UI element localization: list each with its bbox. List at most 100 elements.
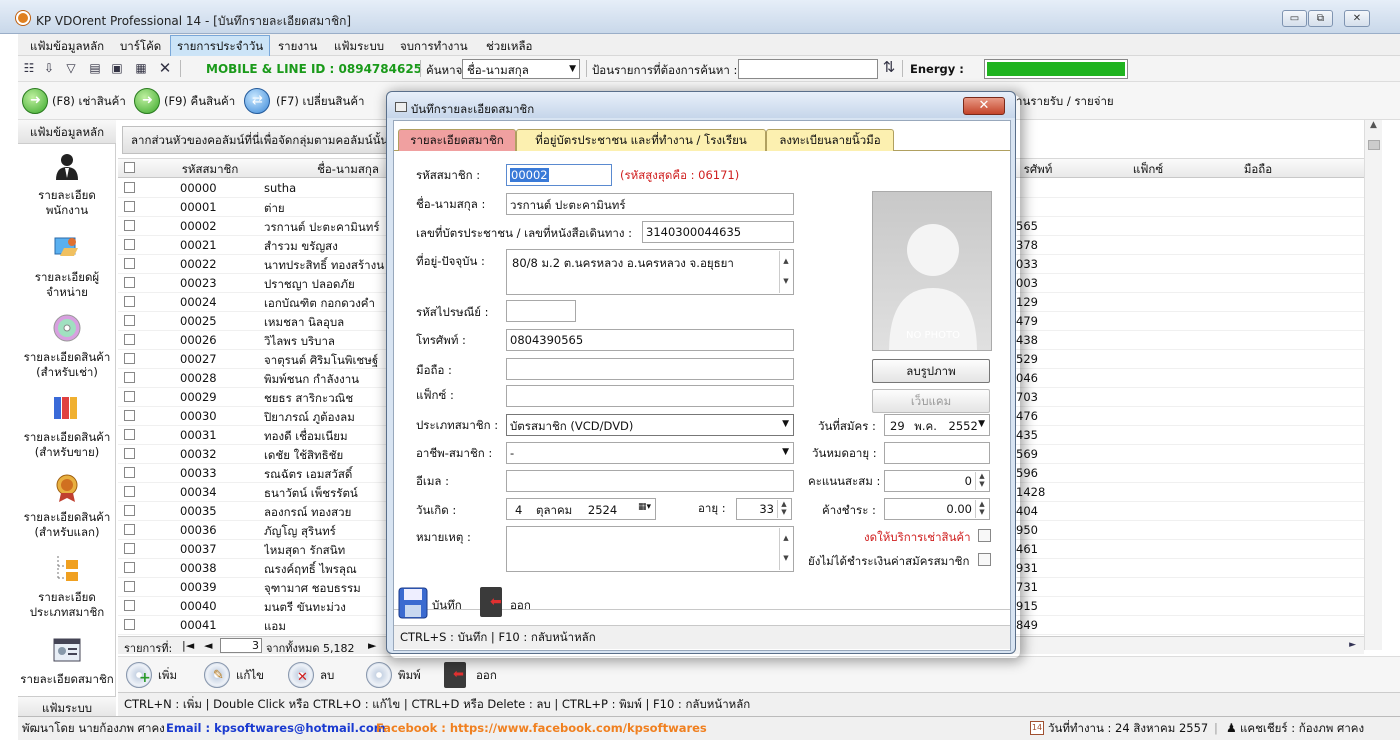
dialog-titlebar[interactable]: บันทึกรายละเอียดสมาชิก bbox=[387, 92, 1015, 118]
row-checkbox[interactable] bbox=[124, 429, 135, 440]
apply-date-picker[interactable]: 29 พ.ค. 2552 ▼ bbox=[884, 414, 990, 436]
vertical-scrollbar[interactable]: ▲ bbox=[1364, 120, 1382, 650]
scroll-right-icon[interactable]: ► bbox=[1349, 640, 1356, 650]
tab-member-detail[interactable]: รายละเอียดสมาชิก bbox=[398, 129, 516, 151]
income-expense-button[interactable]: านรายรับ / รายจ่าย bbox=[1016, 88, 1146, 114]
address-scroll[interactable]: ▲ ▼ bbox=[779, 251, 792, 293]
print-preview-icon[interactable]: ▣ bbox=[110, 61, 124, 75]
minimize-button[interactable]: ▭ bbox=[1282, 10, 1307, 27]
owed-spinner[interactable]: ▲ ▼ bbox=[975, 500, 988, 518]
grid-icon[interactable]: ☷ bbox=[22, 61, 36, 75]
delete-button[interactable]: ✕ ลบ bbox=[288, 661, 340, 689]
row-checkbox[interactable] bbox=[124, 334, 135, 345]
calendar-dropdown-icon[interactable]: ▦▾ bbox=[638, 502, 651, 512]
row-checkbox[interactable] bbox=[124, 372, 135, 383]
webcam-button[interactable]: เว็บแคม bbox=[872, 389, 990, 413]
row-checkbox[interactable] bbox=[124, 581, 135, 592]
row-checkbox[interactable] bbox=[124, 239, 135, 250]
member-type-select[interactable]: บัตรสมาชิก (VCD/DVD) ▼ bbox=[506, 414, 794, 436]
menu-master-data[interactable]: แฟ้มข้อมูลหลัก bbox=[24, 37, 110, 57]
chevron-down-icon[interactable]: ▼ bbox=[978, 419, 985, 429]
row-checkbox[interactable] bbox=[124, 448, 135, 459]
rent-button[interactable]: ➜ (F8) เช่าสินค้า bbox=[22, 88, 132, 114]
sidebar-item-sale-products[interactable]: รายละเอียดสินค้า (สำหรับขาย) bbox=[18, 394, 116, 460]
name-input[interactable]: วรกานต์ ปะตะคามินทร์ bbox=[506, 193, 794, 215]
sidebar-item-member[interactable]: รายละเอียดสมาชิก bbox=[18, 636, 116, 687]
filter-icon[interactable]: ▽ bbox=[64, 61, 78, 75]
swap-icon[interactable]: ⇅ bbox=[882, 60, 896, 75]
menu-help[interactable]: ช่วยเหลือ bbox=[480, 37, 538, 57]
delete-photo-button[interactable]: ลบรูปภาพ bbox=[872, 359, 990, 383]
sidebar-item-member-type[interactable]: รายละเอียด ประเภทสมาชิก bbox=[18, 554, 116, 620]
birth-date-picker[interactable]: 4 ตุลาคม 2524 ▦▾ bbox=[506, 498, 656, 520]
row-checkbox[interactable] bbox=[124, 505, 135, 516]
menu-report[interactable]: รายงาน bbox=[272, 37, 323, 57]
close-window-button[interactable]: ✕ bbox=[1344, 10, 1370, 27]
row-checkbox[interactable] bbox=[124, 315, 135, 326]
career-select[interactable]: - ▼ bbox=[506, 442, 794, 464]
age-spinner[interactable]: ▲ ▼ bbox=[777, 500, 790, 518]
row-checkbox[interactable] bbox=[124, 543, 135, 554]
add-button[interactable]: + เพิ่ม bbox=[126, 661, 190, 689]
return-button[interactable]: ➜ (F9) คืนสินค้า bbox=[134, 88, 244, 114]
postcode-input[interactable] bbox=[506, 300, 576, 322]
sidebar-item-rent-products[interactable]: รายละเอียดสินค้า (สำหรับเช่า) bbox=[18, 314, 116, 380]
row-checkbox[interactable] bbox=[124, 296, 135, 307]
note-scroll[interactable]: ▲ ▼ bbox=[779, 528, 792, 570]
menu-exit[interactable]: จบการทำงาน bbox=[394, 37, 474, 57]
dialog-close-button[interactable]: ✕ bbox=[963, 97, 1005, 115]
exit-button[interactable]: ⬅ ออก bbox=[444, 661, 504, 689]
sidebar-item-supplier[interactable]: รายละเอียดผู้ จำหน่าย bbox=[18, 234, 116, 300]
idcard-input[interactable]: 3140300044635 bbox=[642, 221, 794, 243]
first-record-button[interactable]: |◄ bbox=[182, 639, 194, 652]
age-input[interactable]: 33 ▲ ▼ bbox=[736, 498, 792, 520]
email-input[interactable] bbox=[506, 470, 794, 492]
stop-rent-checkbox[interactable] bbox=[978, 529, 991, 542]
scroll-up-icon[interactable]: ▲ bbox=[1365, 120, 1382, 130]
document-icon[interactable]: ▤ bbox=[88, 61, 102, 75]
address-input[interactable]: 80/8 ม.2 ต.นครหลวง อ.นครหลวง จ.อยุธยา ▲ ▼ bbox=[506, 249, 794, 295]
note-input[interactable]: ▲ ▼ bbox=[506, 526, 794, 572]
select-all-checkbox[interactable] bbox=[124, 162, 135, 173]
unpaid-checkbox[interactable] bbox=[978, 553, 991, 566]
restore-button[interactable]: ⧉ bbox=[1308, 10, 1333, 27]
points-spinner[interactable]: ▲ ▼ bbox=[975, 472, 988, 490]
column-header-name[interactable]: ชื่อ-นามสกุล bbox=[298, 161, 398, 179]
keyword-input[interactable] bbox=[738, 59, 878, 79]
row-checkbox[interactable] bbox=[124, 277, 135, 288]
row-checkbox[interactable] bbox=[124, 201, 135, 212]
dialog-exit-button[interactable]: ⬅ ออก bbox=[480, 587, 550, 621]
points-input[interactable]: 0 ▲ ▼ bbox=[884, 470, 990, 492]
code-input[interactable]: 00002 bbox=[506, 164, 612, 186]
fax-input[interactable] bbox=[506, 385, 794, 407]
row-checkbox[interactable] bbox=[124, 410, 135, 421]
export-icon[interactable]: ▦ bbox=[134, 61, 148, 75]
column-header-mobile[interactable]: มือถือ bbox=[1218, 161, 1298, 179]
tab-fingerprint[interactable]: ลงทะเบียนลายนิ้วมือ bbox=[766, 129, 894, 151]
row-checkbox[interactable] bbox=[124, 619, 135, 630]
expire-date-input[interactable] bbox=[884, 442, 990, 464]
column-header-fax[interactable]: แฟ็กซ์ bbox=[1108, 161, 1188, 179]
edit-button[interactable]: ✎ แก้ไข bbox=[204, 661, 274, 689]
record-number-input[interactable]: 3 bbox=[220, 638, 262, 653]
owed-input[interactable]: 0.00 ▲ ▼ bbox=[884, 498, 990, 520]
row-checkbox[interactable] bbox=[124, 600, 135, 611]
sidebar-item-exchange-products[interactable]: รายละเอียดสินค้า (สำหรับแลก) bbox=[18, 474, 116, 540]
row-checkbox[interactable] bbox=[124, 524, 135, 535]
print-button[interactable]: พิมพ์ bbox=[366, 661, 426, 689]
next-record-button[interactable]: ► bbox=[368, 639, 376, 652]
mobile-input[interactable] bbox=[506, 358, 794, 380]
menu-system[interactable]: แฟ้มระบบ bbox=[328, 37, 390, 57]
column-header-code[interactable]: รหัสสมาชิก bbox=[170, 161, 250, 179]
phone-input[interactable]: 0804390565 bbox=[506, 329, 794, 351]
prev-record-button[interactable]: ◄ bbox=[204, 639, 212, 652]
search-field-select[interactable]: ชื่อ-นามสกุล ▼ bbox=[462, 59, 580, 79]
row-checkbox[interactable] bbox=[124, 467, 135, 478]
row-checkbox[interactable] bbox=[124, 258, 135, 269]
row-checkbox[interactable] bbox=[124, 486, 135, 497]
row-checkbox[interactable] bbox=[124, 220, 135, 231]
row-checkbox[interactable] bbox=[124, 182, 135, 193]
row-checkbox[interactable] bbox=[124, 562, 135, 573]
change-button[interactable]: ⇄ (F7) เปลี่ยนสินค้า bbox=[244, 88, 374, 114]
row-checkbox[interactable] bbox=[124, 391, 135, 402]
